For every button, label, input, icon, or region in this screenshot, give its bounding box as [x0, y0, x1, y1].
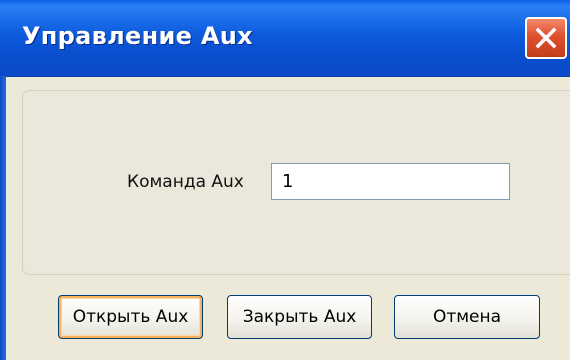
window-title: Управление Aux: [22, 22, 253, 50]
aux-command-input[interactable]: [271, 163, 510, 200]
open-aux-button[interactable]: Открыть Aux: [58, 295, 203, 339]
close-x-icon: [535, 27, 557, 49]
window-left-border: [0, 76, 6, 360]
title-bar[interactable]: Управление Aux: [0, 0, 570, 77]
aux-command-label: Команда Aux: [127, 172, 244, 192]
close-button[interactable]: [525, 17, 567, 59]
cancel-button[interactable]: Отмена: [394, 295, 540, 339]
close-aux-button[interactable]: Закрыть Aux: [227, 295, 372, 339]
aux-control-dialog: Управление Aux Команда Aux Открыть Aux З…: [0, 0, 570, 360]
